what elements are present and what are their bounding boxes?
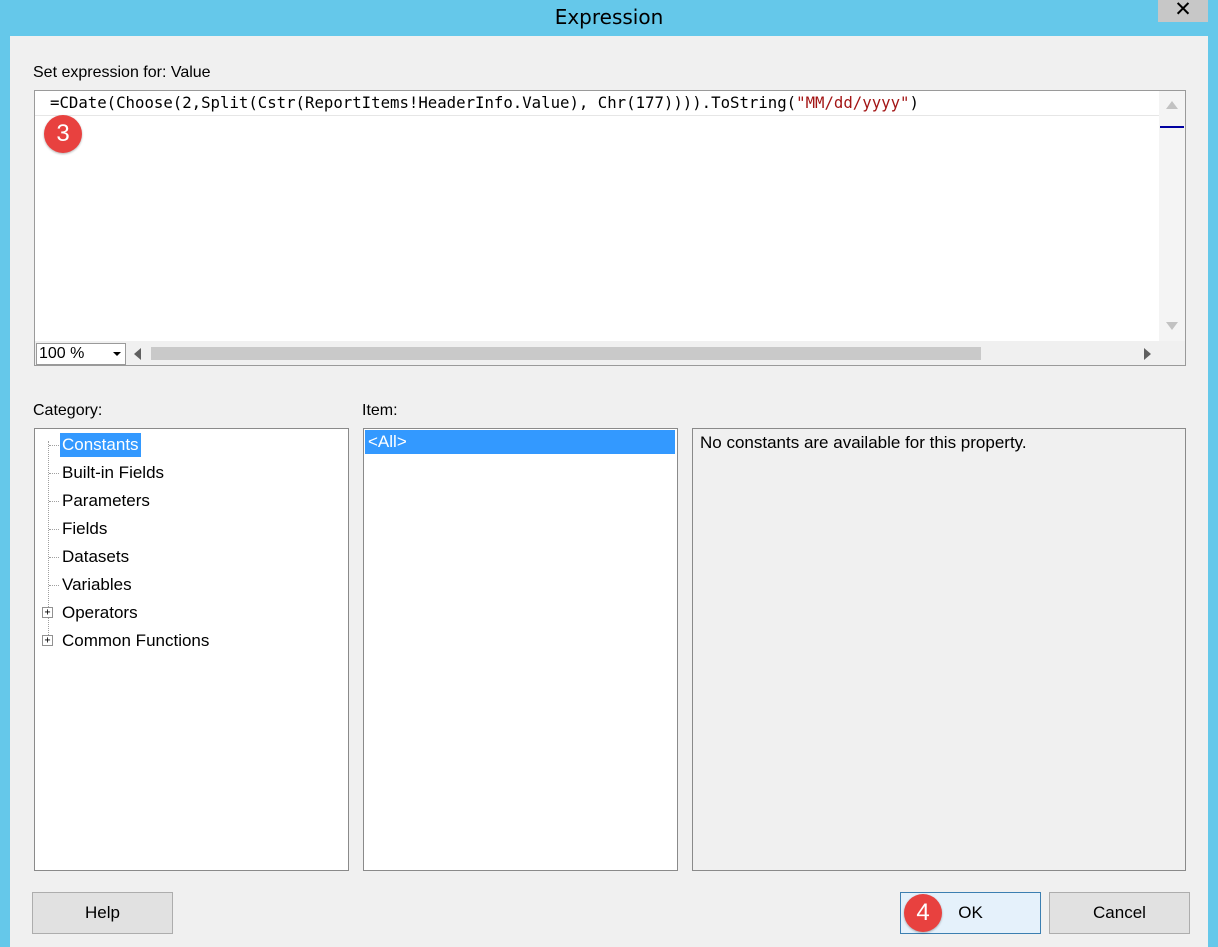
tree-item-common-functions[interactable]: Common Functions bbox=[60, 629, 211, 653]
tree-item-operators[interactable]: Operators bbox=[60, 601, 140, 625]
vertical-scrollbar[interactable] bbox=[1159, 91, 1185, 341]
zoom-value: 100 % bbox=[39, 345, 85, 362]
tree-branch bbox=[49, 445, 59, 446]
code-string-literal: "MM/dd/yyyy" bbox=[796, 93, 910, 112]
step-badge-4: 4 bbox=[904, 894, 942, 932]
item-list[interactable]: <All> bbox=[363, 428, 678, 871]
expand-plus-icon[interactable]: + bbox=[42, 635, 53, 646]
tree-item-constants[interactable]: Constants bbox=[60, 433, 141, 457]
code-prefix: =CDate(Choose(2,Split(Cstr(ReportItems!H… bbox=[50, 93, 797, 112]
description-pane: No constants are available for this prop… bbox=[692, 428, 1186, 871]
code-line[interactable]: =CDate(Choose(2,Split(Cstr(ReportItems!H… bbox=[35, 91, 1159, 116]
horizontal-scroll-thumb[interactable] bbox=[151, 347, 981, 360]
category-label: Category: bbox=[33, 402, 103, 419]
window-title: Expression bbox=[554, 5, 664, 29]
tree-branch bbox=[49, 585, 59, 586]
expression-code[interactable]: =CDate(Choose(2,Split(Cstr(ReportItems!H… bbox=[50, 93, 919, 112]
tree-item-datasets[interactable]: Datasets bbox=[60, 545, 131, 569]
tree-branch bbox=[49, 473, 59, 474]
scroll-left-icon[interactable] bbox=[134, 348, 141, 360]
tree-branch bbox=[49, 557, 59, 558]
close-icon: ✕ bbox=[1174, 0, 1192, 21]
zoom-dropdown[interactable]: 100 % bbox=[36, 343, 126, 365]
expression-editor[interactable]: =CDate(Choose(2,Split(Cstr(ReportItems!H… bbox=[34, 90, 1186, 366]
item-label: Item: bbox=[362, 402, 398, 419]
tree-item-fields[interactable]: Fields bbox=[60, 517, 109, 541]
expression-label: Set expression for: Value bbox=[33, 64, 211, 81]
close-button[interactable]: ✕ bbox=[1158, 0, 1208, 22]
list-item-all[interactable]: <All> bbox=[365, 430, 675, 454]
tree-branch bbox=[49, 529, 59, 530]
scroll-down-icon[interactable] bbox=[1166, 322, 1178, 330]
title-bar[interactable]: Expression ✕ bbox=[0, 0, 1218, 36]
code-suffix: ) bbox=[909, 93, 919, 112]
tree-branch bbox=[49, 501, 59, 502]
chevron-down-icon[interactable] bbox=[113, 352, 121, 356]
dialog-body: Set expression for: Value =CDate(Choose(… bbox=[10, 36, 1208, 947]
expand-plus-icon[interactable]: + bbox=[42, 607, 53, 618]
tree-item-built-in-fields[interactable]: Built-in Fields bbox=[60, 461, 166, 485]
help-button[interactable]: Help bbox=[32, 892, 173, 934]
scroll-up-icon[interactable] bbox=[1166, 101, 1178, 109]
category-tree[interactable]: Constants Built-in Fields Parameters Fie… bbox=[34, 428, 349, 871]
tree-item-variables[interactable]: Variables bbox=[60, 573, 134, 597]
cancel-button[interactable]: Cancel bbox=[1049, 892, 1190, 934]
description-text: No constants are available for this prop… bbox=[700, 433, 1027, 452]
scroll-position-marker bbox=[1160, 126, 1184, 128]
tree-item-parameters[interactable]: Parameters bbox=[60, 489, 152, 513]
editor-bottom-bar: 100 % bbox=[35, 341, 1185, 365]
step-badge-3: 3 bbox=[44, 115, 82, 153]
scroll-right-icon[interactable] bbox=[1144, 348, 1151, 360]
